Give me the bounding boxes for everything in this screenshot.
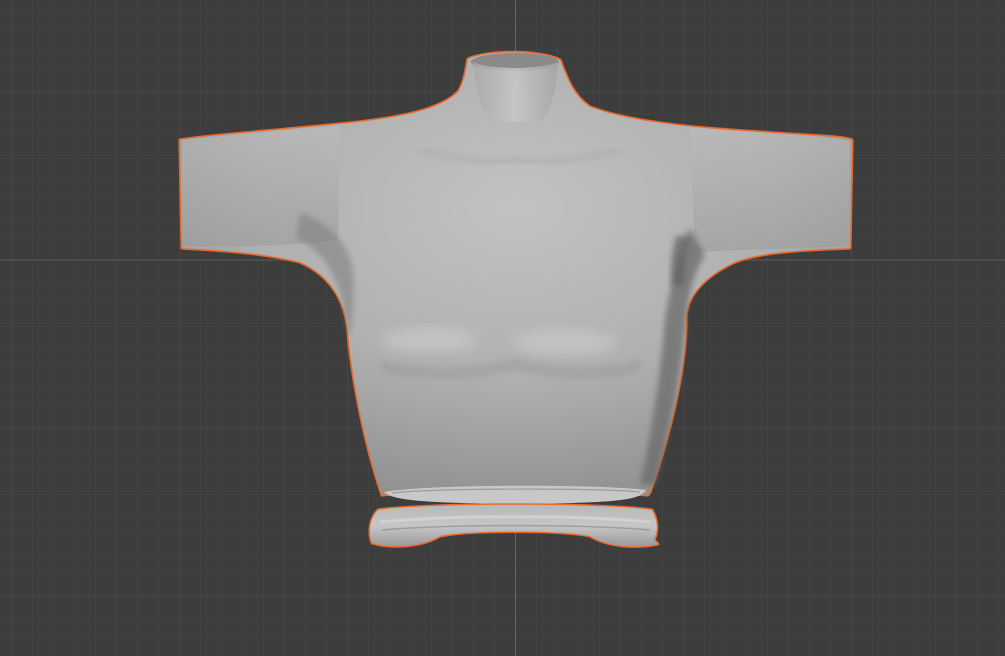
viewport-canvas[interactable]: [0, 0, 1005, 656]
3d-viewport[interactable]: [0, 0, 1005, 656]
neck-column: [473, 62, 558, 122]
chest-highlight-right: [513, 330, 617, 354]
chest-highlight-left: [382, 328, 478, 352]
right-arm-shading: [690, 128, 850, 252]
